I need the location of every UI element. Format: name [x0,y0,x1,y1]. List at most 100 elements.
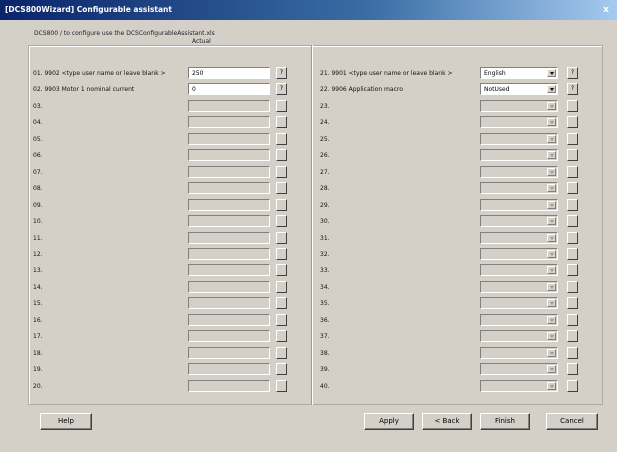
parameter-select [480,363,558,376]
chevron-down-icon [547,299,556,308]
chevron-down-icon [547,381,556,390]
parameter-row: 30. [0,215,617,228]
parameter-row: 35. [0,297,617,310]
chevron-down-icon[interactable] [547,85,556,94]
parameter-help-button[interactable] [567,165,578,178]
parameter-row: 29. [0,198,617,212]
parameter-help-button[interactable] [567,379,578,392]
parameter-label: 39. [320,366,330,374]
parameter-row: 28. [0,182,617,195]
chevron-down-icon [547,233,556,242]
parameter-label: 28. [320,185,330,193]
parameter-value: English [484,70,506,77]
cancel-button[interactable]: Cancel [546,413,598,430]
parameter-help-button[interactable] [567,264,578,277]
title-bar: [DCS800Wizard] Configurable assistant x [0,0,617,20]
parameter-help-button[interactable] [567,182,578,195]
chevron-down-icon[interactable] [547,69,556,77]
parameter-help-button[interactable]: ? [567,67,578,79]
close-icon[interactable]: x [601,5,611,15]
parameter-select [480,346,558,359]
parameter-label: 36. [320,316,330,324]
chevron-down-icon [547,332,556,341]
parameter-help-button[interactable] [567,313,578,326]
parameter-help-button[interactable] [567,198,578,211]
parameter-label: 33. [320,267,330,275]
chevron-down-icon [547,282,556,291]
parameter-label: 23. [320,102,330,110]
parameter-select [480,231,558,244]
parameter-select [480,165,558,178]
window-title: [DCS800Wizard] Configurable assistant [5,5,172,14]
parameter-row: 39. [0,363,617,376]
parameter-label: 22. 9906 Application macro [320,86,403,94]
actual-column-header: Actual [192,38,211,45]
chevron-down-icon [547,200,556,209]
parameter-row: 31. [0,231,617,245]
parameter-select[interactable]: English [480,67,558,79]
chevron-down-icon [547,134,556,143]
parameter-select [480,149,558,162]
parameter-select [480,330,558,343]
chevron-down-icon [547,365,556,374]
parameter-help-button[interactable]: ? [567,83,578,96]
parameter-select [480,215,558,228]
parameter-row: 26. [0,149,617,162]
parameter-row: 37. [0,330,617,343]
parameter-select[interactable]: NotUsed [480,83,558,96]
parameter-help-button[interactable] [567,99,578,112]
parameter-help-button[interactable] [567,247,578,260]
parameter-label: 27. [320,168,330,176]
parameter-label: 37. [320,333,330,341]
chevron-down-icon [547,167,556,176]
apply-button[interactable]: Apply [364,413,414,430]
help-button[interactable]: Help [40,413,92,430]
intro-text: DCS800 / to configure use the DCSConfigu… [32,30,217,37]
parameter-select [480,132,558,145]
chevron-down-icon [547,266,556,275]
parameter-select [480,182,558,195]
parameter-label: 35. [320,300,330,308]
parameter-row: 38. [0,346,617,360]
parameter-row: 27. [0,165,617,179]
parameter-label: 24. [320,119,330,127]
parameter-row: 36. [0,313,617,327]
parameter-value: NotUsed [484,86,510,94]
parameter-row: 25. [0,132,617,146]
parameter-select [480,198,558,211]
parameter-label: 31. [320,234,330,242]
parameter-select [480,264,558,277]
chevron-down-icon [547,249,556,258]
parameter-select [480,247,558,260]
parameter-label: 32. [320,250,330,258]
parameter-label: 26. [320,152,330,160]
parameter-row: 24. [0,116,617,129]
parameter-help-button[interactable] [567,363,578,376]
parameter-help-button[interactable] [567,149,578,162]
parameter-label: 25. [320,135,330,143]
parameter-help-button[interactable] [567,346,578,359]
parameter-select [480,379,558,392]
parameter-row: 33. [0,264,617,277]
chevron-down-icon [547,101,556,110]
parameter-row: 32. [0,247,617,261]
chevron-down-icon [547,118,556,127]
back-button[interactable]: < Back [422,413,472,430]
chevron-down-icon [547,348,556,357]
parameter-select [480,116,558,129]
parameter-label: 34. [320,283,330,291]
parameter-help-button[interactable] [567,280,578,293]
parameter-label: 38. [320,349,330,357]
parameter-row: 23. [0,99,617,113]
parameter-select [480,313,558,326]
parameter-label: 29. [320,201,330,209]
parameter-help-button[interactable] [567,116,578,129]
parameter-select [480,297,558,310]
parameter-help-button[interactable] [567,330,578,343]
finish-button[interactable]: Finish [480,413,530,430]
chevron-down-icon [547,217,556,226]
parameter-help-button[interactable] [567,215,578,228]
parameter-help-button[interactable] [567,132,578,145]
parameter-help-button[interactable] [567,231,578,244]
parameter-help-button[interactable] [567,297,578,310]
